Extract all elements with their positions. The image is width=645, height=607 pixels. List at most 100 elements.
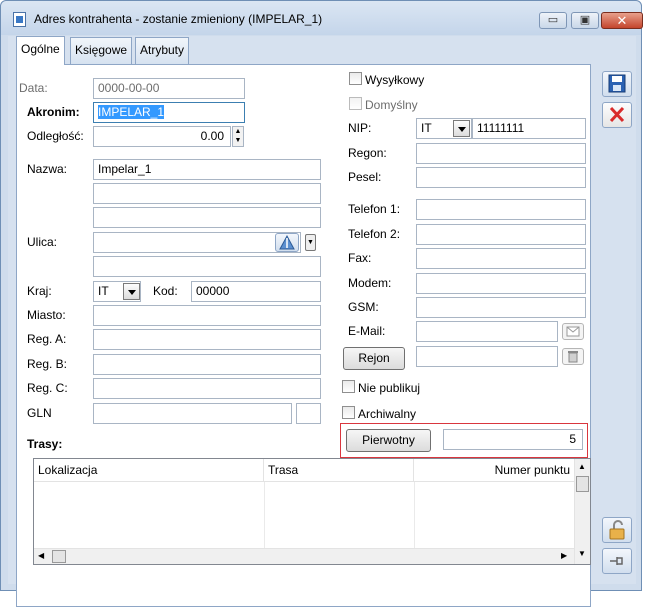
archiwalny-label: Archiwalny <box>358 407 417 421</box>
reg-a-label: Reg. A: <box>27 332 67 346</box>
horizontal-scroll-thumb[interactable] <box>52 550 66 563</box>
horizontal-scrollbar[interactable]: ◀ ▶ <box>34 548 574 564</box>
ulica-field[interactable] <box>93 232 301 253</box>
client-area: Ogólne Księgowe Atrybuty Data: 0000-00-0… <box>8 36 636 607</box>
data-field[interactable]: 0000-00-00 <box>93 78 245 99</box>
email-label: E-Mail: <box>348 324 386 338</box>
reg-b-field[interactable] <box>93 354 321 375</box>
telefon2-field[interactable] <box>416 224 586 245</box>
gln-check-field[interactable] <box>296 403 321 424</box>
column-header-lokalizacja[interactable]: Lokalizacja <box>34 459 264 482</box>
scroll-right-icon[interactable]: ▶ <box>561 551 567 560</box>
column-header-trasa[interactable]: Trasa <box>264 459 414 482</box>
lock-icon <box>609 520 625 540</box>
pesel-field[interactable] <box>416 167 586 188</box>
domyslny-label: Domyślny <box>365 98 418 112</box>
kraj-dropdown-arrow[interactable] <box>123 283 140 300</box>
pierwotny-button[interactable]: Pierwotny <box>346 429 431 452</box>
akronim-label: Akronim: <box>27 105 80 119</box>
data-label: Data: <box>19 81 48 95</box>
ulica-label: Ulica: <box>27 235 58 249</box>
delete-button[interactable] <box>602 102 632 128</box>
map-button[interactable] <box>275 233 299 252</box>
app-icon <box>13 12 26 27</box>
regon-label: Regon: <box>348 146 387 160</box>
regon-field[interactable] <box>416 143 586 164</box>
clear-rejon-button[interactable] <box>562 348 584 365</box>
reg-c-label: Reg. C: <box>27 381 68 395</box>
tab-atrybuty[interactable]: Atrybuty <box>135 37 190 64</box>
gsm-field[interactable] <box>416 297 586 318</box>
nip-field[interactable]: 11111111 <box>472 118 586 139</box>
gln-label: GLN <box>27 406 52 420</box>
rejon-field[interactable] <box>416 346 558 367</box>
send-email-button[interactable] <box>562 323 584 340</box>
modem-label: Modem: <box>348 276 392 290</box>
reg-a-field[interactable] <box>93 329 321 350</box>
scroll-left-icon[interactable]: ◀ <box>38 551 44 560</box>
maximize-button[interactable]: ▣ <box>571 12 599 29</box>
pierwotny-field[interactable]: 5 <box>443 429 583 450</box>
ulica-dropdown[interactable]: ▼ <box>305 234 316 251</box>
reg-c-field[interactable] <box>93 378 321 399</box>
trasy-grid[interactable]: Lokalizacja Trasa Numer punktu ▲ ▼ ◀ ▶ <box>33 458 591 565</box>
save-button[interactable] <box>602 71 632 97</box>
tab-ksiegowe[interactable]: Księgowe <box>70 37 133 64</box>
odleglosc-field[interactable]: 0.00 <box>93 126 231 147</box>
domyslny-checkbox[interactable] <box>349 97 362 110</box>
wysylkowy-checkbox[interactable] <box>349 72 362 85</box>
trash-icon <box>568 351 578 363</box>
akronim-field[interactable]: IMPELAR_1 <box>93 102 245 123</box>
dialog-window: Adres kontrahenta - zostanie zmieniony (… <box>0 0 643 607</box>
nazwa-label: Nazwa: <box>27 162 68 176</box>
column-divider <box>414 482 415 548</box>
tab-ogolne[interactable]: Ogólne <box>16 36 65 65</box>
nazwa-field-1[interactable]: Impelar_1 <box>93 159 321 180</box>
trasy-title: Trasy: <box>27 437 63 451</box>
telefon1-field[interactable] <box>416 199 586 220</box>
fax-label: Fax: <box>348 251 372 265</box>
scroll-down-icon[interactable]: ▼ <box>578 549 586 558</box>
modem-field[interactable] <box>416 273 586 294</box>
miasto-label: Miasto: <box>27 308 66 322</box>
column-header-numer-punktu[interactable]: Numer punktu <box>414 459 575 482</box>
minimize-button[interactable]: ▭ <box>539 12 567 29</box>
nazwa-field-3[interactable] <box>93 207 321 228</box>
map-icon <box>279 234 295 250</box>
delete-icon <box>609 106 625 123</box>
scroll-up-icon[interactable]: ▲ <box>578 462 586 471</box>
pin-button[interactable] <box>602 548 632 574</box>
nazwa-field-2[interactable] <box>93 183 321 204</box>
telefon2-label: Telefon 2: <box>348 227 401 241</box>
nie-publikuj-checkbox[interactable] <box>342 380 355 393</box>
pesel-label: Pesel: <box>348 170 382 184</box>
rejon-button[interactable]: Rejon <box>343 347 405 370</box>
reg-b-label: Reg. B: <box>27 357 68 371</box>
nip-country-dropdown-arrow[interactable] <box>453 120 470 137</box>
gsm-label: GSM: <box>348 300 379 314</box>
odleglosc-spinner[interactable]: ▲ ▼ <box>232 126 244 147</box>
window-title: Adres kontrahenta - zostanie zmieniony (… <box>34 12 323 26</box>
close-button[interactable]: ✕ <box>601 12 643 29</box>
gln-field[interactable] <box>93 403 292 424</box>
title-bar[interactable]: Adres kontrahenta - zostanie zmieniony (… <box>1 1 643 35</box>
wysylkowy-label: Wysyłkowy <box>365 73 425 87</box>
kraj-label: Kraj: <box>27 284 52 298</box>
save-icon <box>608 74 626 93</box>
fax-field[interactable] <box>416 248 586 269</box>
vertical-scrollbar[interactable]: ▲ ▼ <box>574 459 590 564</box>
pin-icon <box>610 557 623 565</box>
column-divider <box>264 482 265 548</box>
odleglosc-label: Odległość: <box>27 129 84 143</box>
vertical-scroll-thumb[interactable] <box>576 476 589 492</box>
ulica-field-2[interactable] <box>93 256 321 277</box>
email-field[interactable] <box>416 321 558 342</box>
lock-button[interactable] <box>602 517 632 543</box>
archiwalny-checkbox[interactable] <box>342 406 355 419</box>
telefon1-label: Telefon 1: <box>348 202 401 216</box>
mail-icon <box>566 326 580 337</box>
nip-label: NIP: <box>348 121 372 135</box>
miasto-field[interactable] <box>93 305 321 326</box>
akronim-value: IMPELAR_1 <box>98 105 165 119</box>
kod-field[interactable]: 00000 <box>191 281 321 302</box>
